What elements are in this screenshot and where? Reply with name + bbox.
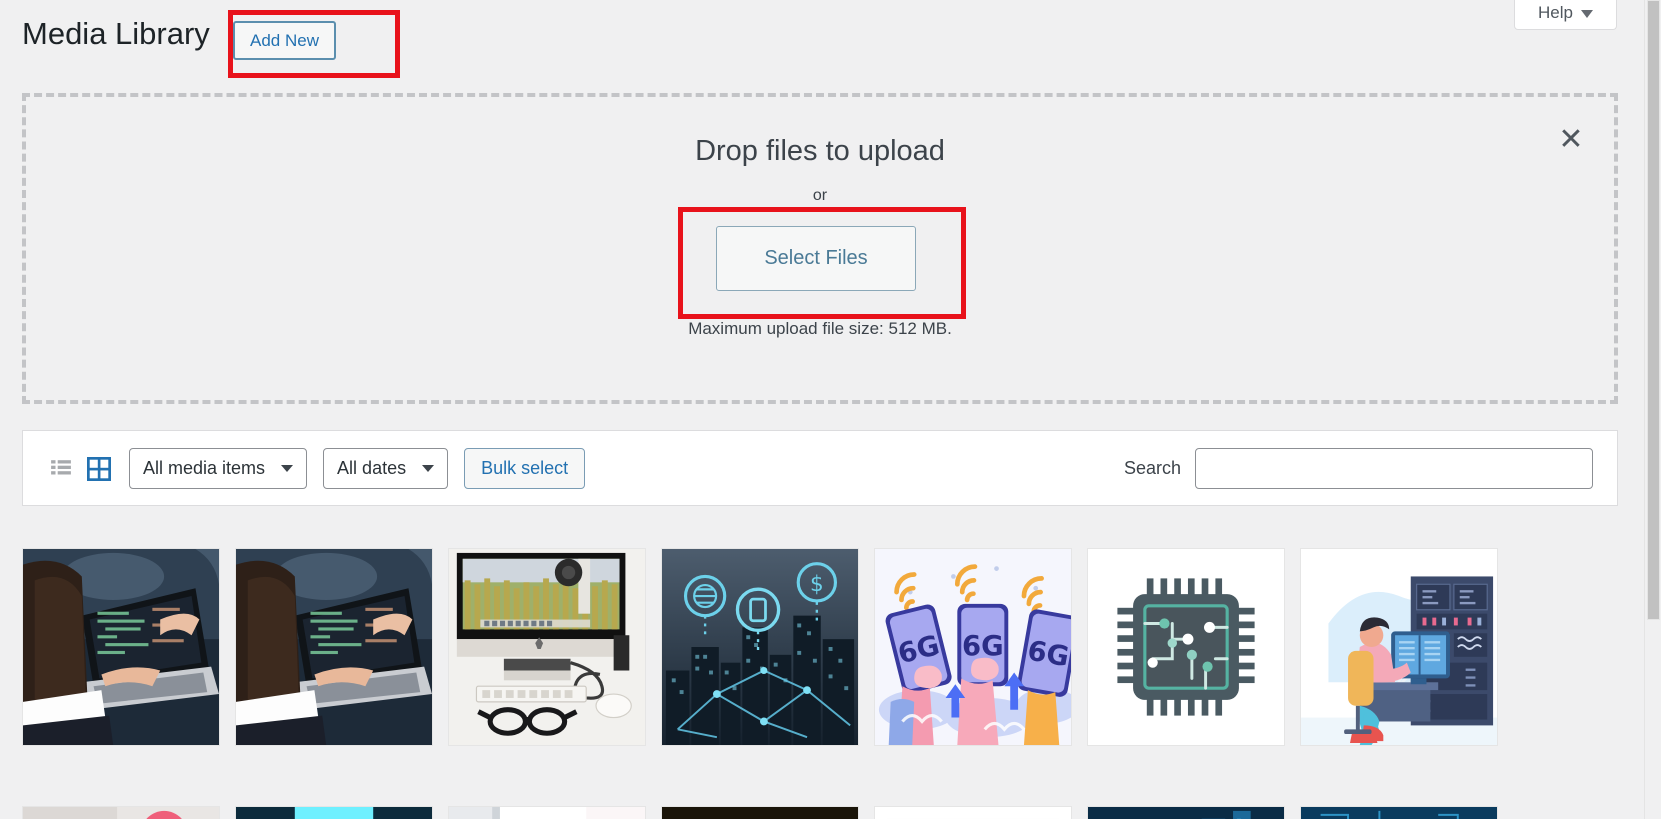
media-grid: $ 6G 6G 6G xyxy=(22,530,1661,819)
media-item-dark-city-night[interactable] xyxy=(661,806,859,819)
media-library-page: Media Library Add New Help Drop files to… xyxy=(0,0,1661,819)
media-item-woman-coding-laptop-1[interactable] xyxy=(22,548,220,746)
page-scrollbar[interactable] xyxy=(1644,0,1661,819)
grid-view-icon[interactable] xyxy=(85,455,113,483)
media-item-imac-desk-setup[interactable] xyxy=(448,548,646,746)
date-filter[interactable]: All dates xyxy=(323,448,449,489)
close-icon[interactable]: ✕ xyxy=(1556,125,1586,155)
chevron-down-icon xyxy=(281,465,294,472)
chevron-down-icon xyxy=(422,465,435,472)
media-item-woman-coding-laptop-2[interactable] xyxy=(235,548,433,746)
svg-text:6G: 6G xyxy=(962,631,1004,662)
page-header: Media Library Add New xyxy=(0,0,1644,82)
media-item-neon-tunnel[interactable] xyxy=(235,806,433,819)
search-label: Search xyxy=(1123,458,1181,478)
media-grid-row: $ 6G 6G 6G xyxy=(22,548,1498,746)
media-item-6g-smartphones-illustration[interactable]: 6G 6G 6G xyxy=(874,548,1072,746)
media-item-white-card[interactable] xyxy=(874,806,1072,819)
bulk-select-button[interactable]: Bulk select xyxy=(464,448,586,489)
add-new-label: Add New xyxy=(250,31,319,50)
page-title: Media Library xyxy=(22,16,210,51)
media-item-blue-tech-dark[interactable] xyxy=(1087,806,1285,819)
help-label: Help xyxy=(1538,3,1573,22)
media-type-filter[interactable]: All media items xyxy=(129,448,308,489)
select-files-button[interactable]: Select Files xyxy=(716,226,916,291)
date-filter-value: All dates xyxy=(337,458,407,478)
dropzone-heading: Drop files to upload xyxy=(695,135,945,167)
media-item-data-center-worker[interactable] xyxy=(1300,548,1498,746)
view-switcher xyxy=(47,455,113,483)
media-item-blue-circuit-dark[interactable] xyxy=(1300,806,1498,819)
media-item-white-light-room[interactable] xyxy=(448,806,646,819)
media-toolbar: All media items All dates Bulk select Se… xyxy=(22,430,1618,506)
help-tab-button[interactable]: Help xyxy=(1514,0,1617,30)
media-item-cpu-chip-icon[interactable] xyxy=(1087,548,1285,746)
max-upload-size-text: Maximum upload file size: 512 MB. xyxy=(688,319,952,338)
upload-dropzone[interactable]: Drop files to upload or Select Files Max… xyxy=(22,93,1618,404)
search-input[interactable] xyxy=(1195,448,1593,489)
add-new-button[interactable]: Add New xyxy=(233,21,336,60)
page-scrollbar-thumb[interactable] xyxy=(1647,0,1660,620)
chevron-down-icon xyxy=(1580,10,1593,18)
media-grid-row xyxy=(22,806,1498,819)
dropzone-or-label: or xyxy=(812,187,828,204)
media-item-pink-flowers-wall[interactable] xyxy=(22,806,220,819)
list-view-icon[interactable] xyxy=(47,455,75,483)
svg-text:$: $ xyxy=(810,572,824,597)
select-files-label: Select Files xyxy=(764,247,868,269)
media-item-smart-city-network[interactable]: $ xyxy=(661,548,859,746)
media-type-filter-value: All media items xyxy=(143,458,266,478)
bulk-select-label: Bulk select xyxy=(481,458,569,478)
